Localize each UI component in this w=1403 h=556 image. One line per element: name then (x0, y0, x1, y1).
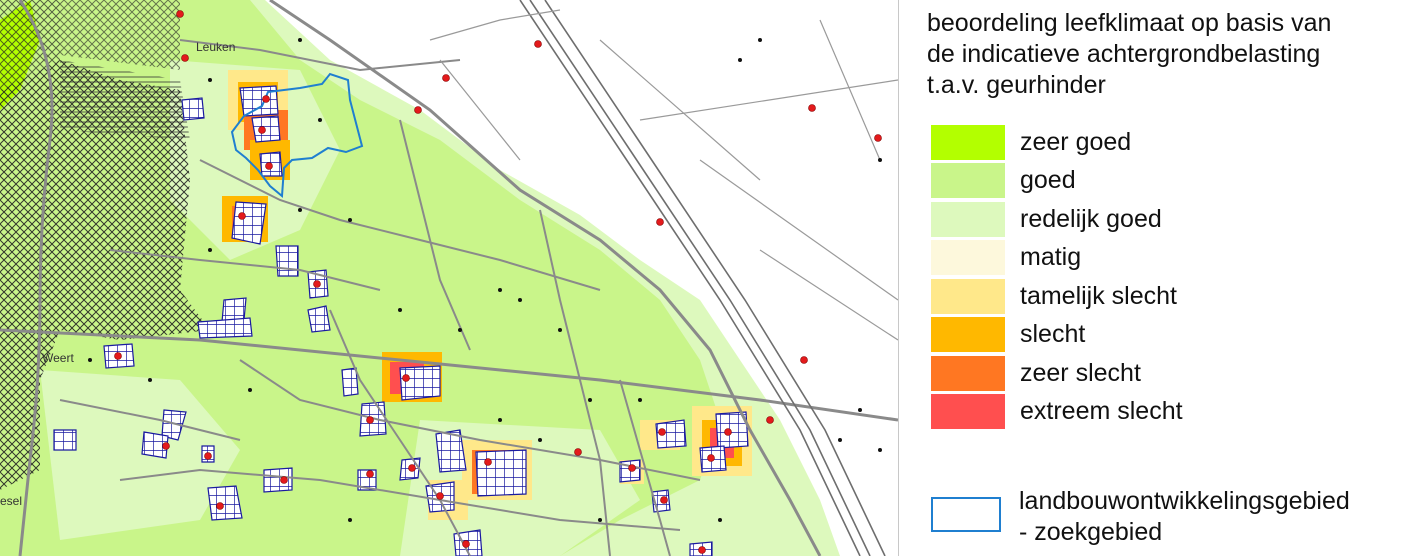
legend-title: beoordeling leefklimaat op basis van de … (927, 8, 1397, 101)
legend-label: matig (1020, 243, 1082, 271)
legend-swatch (931, 202, 1005, 237)
legend-item-tamelijk-slecht: tamelijk slecht (931, 279, 1401, 315)
legend-title-line: de indicatieve achtergrondbelasting (927, 40, 1321, 68)
legend-label: zeer slecht (1020, 359, 1141, 387)
legend-label: slecht (1020, 320, 1086, 348)
legend-item-redelijk-goed: redelijk goed (931, 202, 1401, 238)
legend-panel: beoordeling leefklimaat op basis van de … (899, 0, 1403, 556)
map-panel[interactable]: Leuken Weert esel (0, 0, 898, 556)
legend-label: tamelijk slecht (1020, 282, 1177, 310)
legend-item-extreem-slecht: extreem slecht (931, 394, 1401, 430)
legend-swatch (931, 125, 1005, 160)
legend-swatch (931, 356, 1005, 391)
legend-label-zoekgebied: landbouwontwikkelingsgebied - zoekgebied (1019, 486, 1350, 548)
legend-swatch (931, 279, 1005, 314)
place-label-leuken: Leuken (196, 40, 235, 54)
legend-swatch (931, 240, 1005, 275)
map-canvas[interactable]: Leuken Weert esel (0, 0, 898, 556)
place-label-esel: esel (0, 494, 22, 508)
legend-title-line: beoordeling leefklimaat op basis van (927, 9, 1332, 37)
legend-label: goed (1020, 166, 1076, 194)
legend-item-zeer-goed: zeer goed (931, 125, 1401, 161)
legend-swatch (931, 163, 1005, 198)
legend-label: redelijk goed (1020, 205, 1162, 233)
legend-swatch (931, 317, 1005, 352)
legend-label-line: landbouwontwikkelingsgebied (1019, 487, 1350, 515)
legend-item-matig: matig (931, 240, 1401, 276)
legend-label: extreem slecht (1020, 397, 1183, 425)
legend-swatch-zoekgebied (931, 497, 1001, 532)
legend-item-slecht: slecht (931, 317, 1401, 353)
legend-item-zeer-slecht: zeer slecht (931, 356, 1401, 392)
legend-item-goed: goed (931, 163, 1401, 199)
place-label-weert: Weert (42, 351, 74, 365)
legend-title-line: t.a.v. geurhinder (927, 71, 1106, 99)
legend-swatch (931, 394, 1005, 429)
legend-label-line: - zoekgebied (1019, 518, 1163, 546)
legend-label: zeer goed (1020, 128, 1132, 156)
